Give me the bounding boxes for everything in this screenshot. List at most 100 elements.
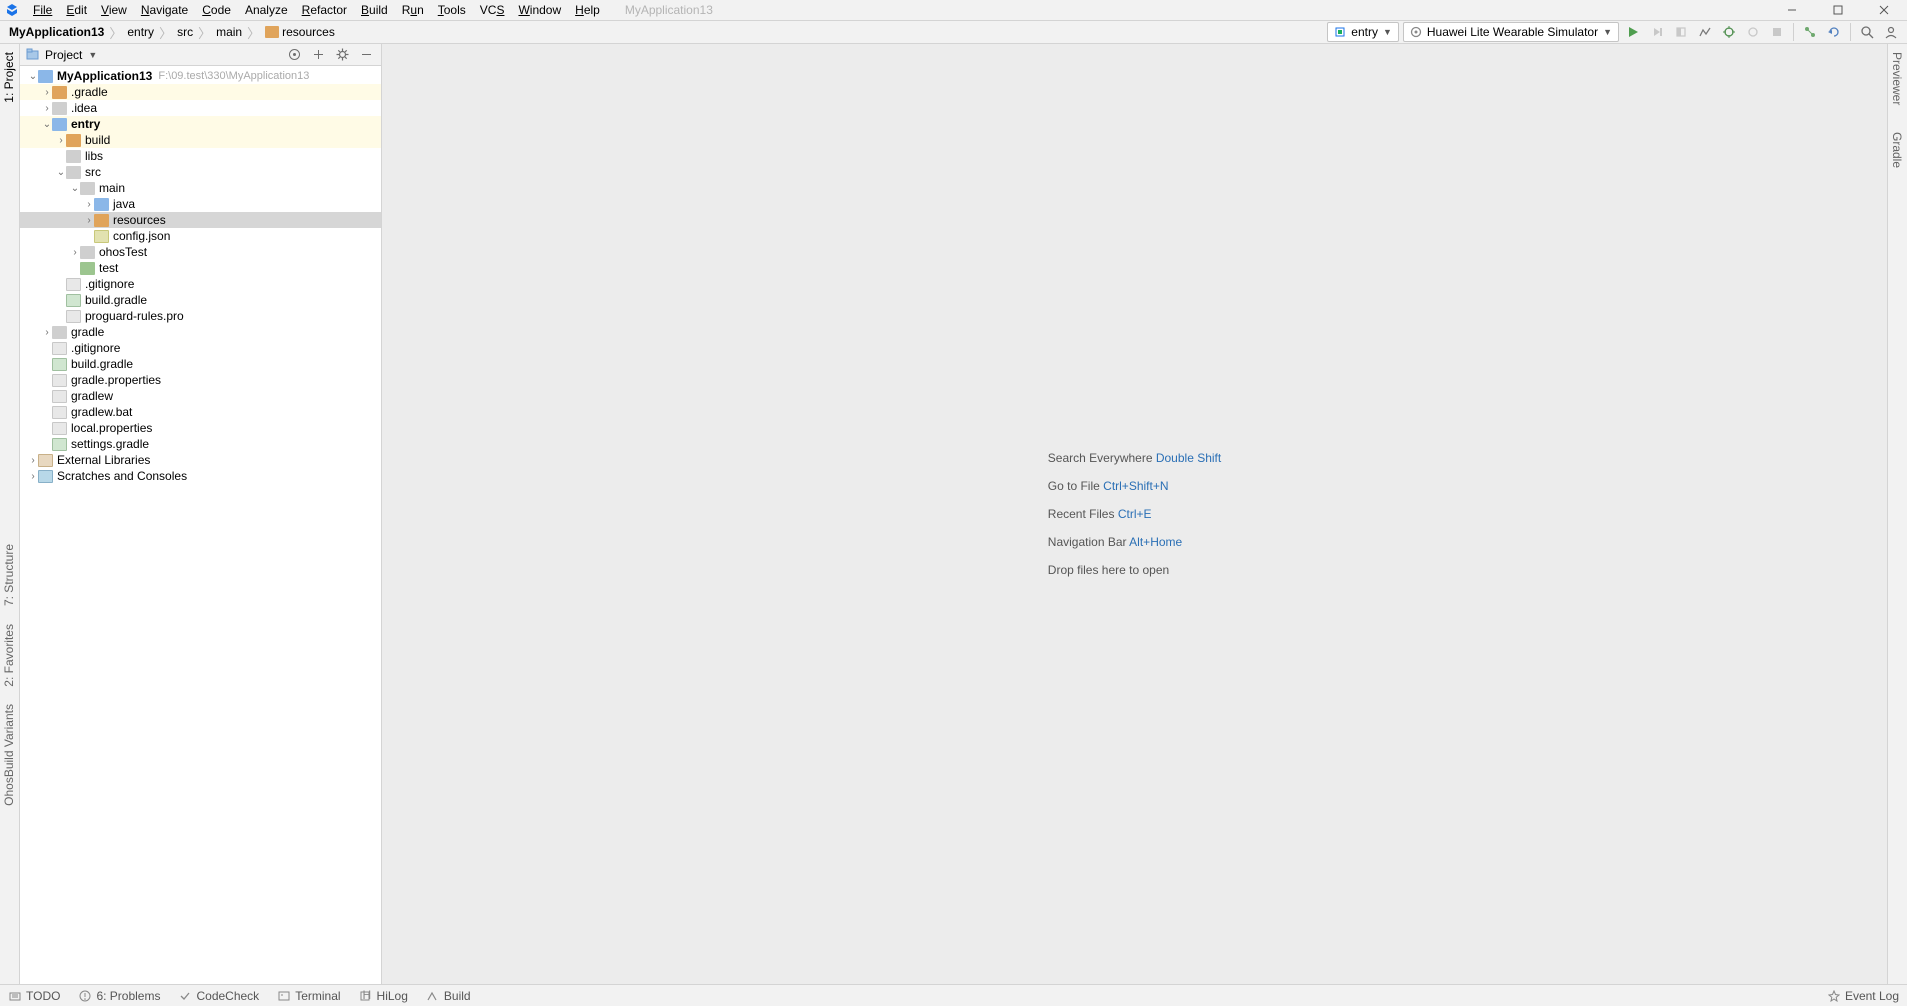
hide-panel-icon[interactable] bbox=[357, 46, 375, 64]
tree-row[interactable]: .gitignore bbox=[20, 276, 381, 292]
chevron-down-icon[interactable]: ⌄ bbox=[28, 71, 38, 82]
tool-tab-variants[interactable]: OhosBuild Variants bbox=[2, 704, 16, 806]
status-item-todo[interactable]: TODO bbox=[8, 989, 60, 1003]
tree-row[interactable]: settings.gradle bbox=[20, 436, 381, 452]
tree-row[interactable]: ⌄main bbox=[20, 180, 381, 196]
run-config-combo[interactable]: entry ▼ bbox=[1327, 22, 1399, 42]
attach-debugger-button[interactable] bbox=[1743, 22, 1763, 42]
menu-build[interactable]: Build bbox=[354, 3, 395, 17]
tree-row[interactable]: gradlew bbox=[20, 388, 381, 404]
menu-tools[interactable]: Tools bbox=[431, 3, 473, 17]
chevron-right-icon[interactable]: › bbox=[42, 103, 52, 114]
tree-row[interactable]: ›build bbox=[20, 132, 381, 148]
status-item-label: Build bbox=[444, 989, 471, 1003]
tree-row[interactable]: ›Scratches and Consoles bbox=[20, 468, 381, 484]
tree-row[interactable]: gradlew.bat bbox=[20, 404, 381, 420]
gear-icon[interactable] bbox=[333, 46, 351, 64]
event-log-button[interactable]: Event Log bbox=[1828, 989, 1899, 1003]
tool-tab-previewer[interactable]: Previewer bbox=[1890, 52, 1904, 105]
menu-view[interactable]: View bbox=[94, 3, 134, 17]
vcs-button[interactable] bbox=[1800, 22, 1820, 42]
debug-button[interactable] bbox=[1719, 22, 1739, 42]
tool-tab-structure[interactable]: 7: Structure bbox=[2, 544, 16, 606]
menu-edit[interactable]: Edit bbox=[59, 3, 94, 17]
close-button[interactable] bbox=[1861, 0, 1907, 20]
breadcrumb-item[interactable]: MyApplication13 bbox=[6, 25, 107, 39]
menu-navigate[interactable]: Navigate bbox=[134, 3, 195, 17]
tool-tab-favorites[interactable]: 2: Favorites bbox=[2, 624, 16, 687]
chevron-down-icon[interactable]: ⌄ bbox=[70, 183, 80, 194]
menu-vcs[interactable]: VCS bbox=[473, 3, 512, 17]
breadcrumb-item[interactable]: entry bbox=[124, 25, 157, 39]
profile-button[interactable] bbox=[1695, 22, 1715, 42]
breadcrumb-item[interactable]: resources bbox=[262, 25, 338, 39]
chevron-right-icon[interactable]: › bbox=[56, 135, 66, 146]
status-item-build[interactable]: Build bbox=[426, 989, 471, 1003]
expand-all-icon[interactable] bbox=[309, 46, 327, 64]
file-icon bbox=[52, 374, 67, 387]
run-button[interactable] bbox=[1623, 22, 1643, 42]
menu-window[interactable]: Window bbox=[511, 3, 568, 17]
editor-area[interactable]: Search Everywhere Double ShiftGo to File… bbox=[382, 44, 1887, 984]
status-item-6-problems[interactable]: 6: Problems bbox=[78, 989, 160, 1003]
project-tree[interactable]: ⌄MyApplication13F:\09.test\330\MyApplica… bbox=[20, 66, 381, 984]
tree-row[interactable]: ›gradle bbox=[20, 324, 381, 340]
tree-row[interactable]: ›java bbox=[20, 196, 381, 212]
coverage-button[interactable] bbox=[1671, 22, 1691, 42]
tree-row[interactable]: ›ohosTest bbox=[20, 244, 381, 260]
status-item-hilog[interactable]: HHiLog bbox=[359, 989, 408, 1003]
tool-tab-gradle[interactable]: Gradle bbox=[1890, 132, 1904, 168]
chevron-right-icon[interactable]: › bbox=[28, 471, 38, 482]
chevron-right-icon[interactable]: › bbox=[28, 455, 38, 466]
breadcrumb-item[interactable]: main bbox=[213, 25, 245, 39]
toolbar-separator bbox=[1793, 23, 1794, 41]
toolbar-separator bbox=[1850, 23, 1851, 41]
chevron-right-icon[interactable]: › bbox=[42, 87, 52, 98]
menu-run[interactable]: Run bbox=[395, 3, 431, 17]
minimize-button[interactable] bbox=[1769, 0, 1815, 20]
tree-row[interactable]: ⌄MyApplication13F:\09.test\330\MyApplica… bbox=[20, 68, 381, 84]
right-tool-gutter: Previewer Gradle bbox=[1887, 44, 1907, 984]
chevron-down-icon[interactable]: ▼ bbox=[88, 50, 97, 60]
chevron-right-icon[interactable]: › bbox=[42, 327, 52, 338]
account-icon[interactable] bbox=[1881, 22, 1901, 42]
tree-row[interactable]: proguard-rules.pro bbox=[20, 308, 381, 324]
tree-row[interactable]: ⌄entry bbox=[20, 116, 381, 132]
tree-row[interactable]: ›resources bbox=[20, 212, 381, 228]
debug-attach-button[interactable] bbox=[1647, 22, 1667, 42]
sync-button[interactable] bbox=[1824, 22, 1844, 42]
tree-row[interactable]: config.json bbox=[20, 228, 381, 244]
tree-row[interactable]: ›.gradle bbox=[20, 84, 381, 100]
select-opened-file-icon[interactable] bbox=[285, 46, 303, 64]
menu-help[interactable]: Help bbox=[568, 3, 607, 17]
tree-row[interactable]: ›.idea bbox=[20, 100, 381, 116]
tree-row[interactable]: test bbox=[20, 260, 381, 276]
tree-label: src bbox=[85, 165, 101, 179]
chevron-right-icon[interactable]: › bbox=[84, 199, 94, 210]
tree-row[interactable]: build.gradle bbox=[20, 356, 381, 372]
tree-row[interactable]: build.gradle bbox=[20, 292, 381, 308]
chevron-down-icon[interactable]: ⌄ bbox=[42, 119, 52, 130]
status-item-codecheck[interactable]: CodeCheck bbox=[178, 989, 259, 1003]
menu-file[interactable]: File bbox=[26, 3, 59, 17]
tool-tab-project[interactable]: 1: Project bbox=[2, 52, 16, 103]
tree-row[interactable]: gradle.properties bbox=[20, 372, 381, 388]
tree-row[interactable]: local.properties bbox=[20, 420, 381, 436]
menu-analyze[interactable]: Analyze bbox=[238, 3, 295, 17]
device-combo[interactable]: Huawei Lite Wearable Simulator ▼ bbox=[1403, 22, 1619, 42]
chevron-right-icon[interactable]: › bbox=[70, 247, 80, 258]
tree-row[interactable]: .gitignore bbox=[20, 340, 381, 356]
menu-refactor[interactable]: Refactor bbox=[295, 3, 354, 17]
status-item-terminal[interactable]: Terminal bbox=[277, 989, 340, 1003]
breadcrumb-item[interactable]: src bbox=[174, 25, 196, 39]
chevron-down-icon[interactable]: ⌄ bbox=[56, 167, 66, 178]
tree-row[interactable]: libs bbox=[20, 148, 381, 164]
maximize-button[interactable] bbox=[1815, 0, 1861, 20]
breadcrumb[interactable]: MyApplication13〉entry〉src〉main〉resources bbox=[0, 21, 338, 43]
menu-code[interactable]: Code bbox=[195, 3, 238, 17]
stop-button[interactable] bbox=[1767, 22, 1787, 42]
search-icon[interactable] bbox=[1857, 22, 1877, 42]
tree-row[interactable]: ⌄ src bbox=[20, 164, 381, 180]
chevron-right-icon[interactable]: › bbox=[84, 215, 94, 226]
tree-row[interactable]: ›External Libraries bbox=[20, 452, 381, 468]
